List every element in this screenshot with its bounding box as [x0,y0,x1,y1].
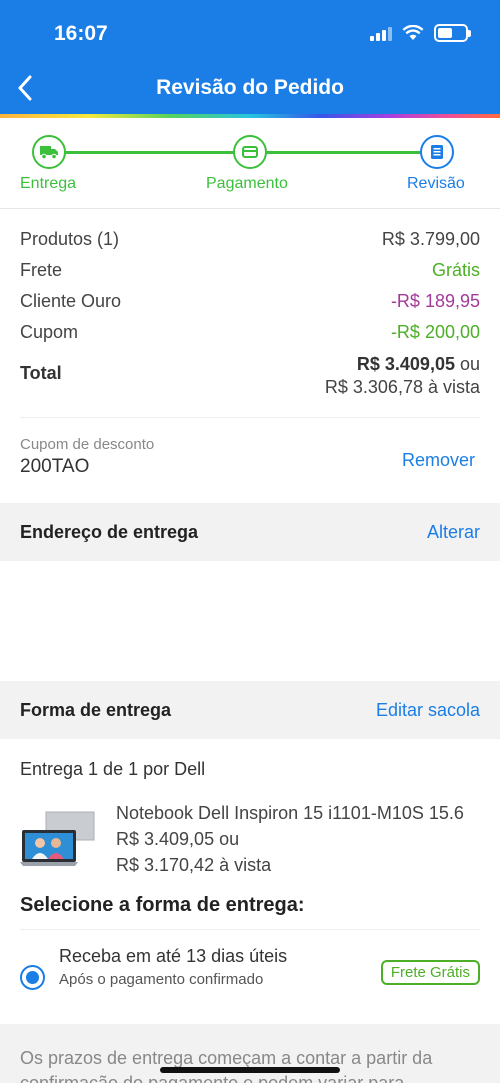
address-section-header: Endereço de entrega Alterar [0,503,500,561]
free-shipping-badge: Frete Grátis [380,960,480,985]
change-address-button[interactable]: Alterar [427,522,480,543]
shipping-option-main: Receba em até 13 dias úteis [59,946,288,966]
cupom-label: Cupom [20,322,79,342]
document-icon [431,145,443,159]
product-price-vista: R$ 3.170,42 à vista [116,855,272,875]
address-title: Endereço de entrega [20,521,199,542]
delivery-by: Entrega 1 de 1 por Dell [20,759,480,780]
edit-bag-button[interactable]: Editar sacola [376,700,480,721]
status-bar: 16:07 [0,0,500,66]
card-icon [242,146,258,158]
delivery-notice: Os prazos de entrega começam a contar a … [0,1024,500,1083]
summary-row-frete: Frete Grátis [20,258,480,289]
delivery-seller: por Dell [138,759,206,779]
frete-value: Grátis [431,260,480,280]
coupon-section: Cupom de desconto 200TAO Remover [20,417,480,503]
summary-row-produtos: Produtos (1) R$ 3.799,00 [20,227,480,258]
step-pagamento[interactable] [233,135,267,169]
truck-icon [40,146,58,159]
page-title: Revisão do Pedido [156,76,344,99]
delivery-section: Entrega 1 de 1 por Dell Notebook Dell In… [0,739,500,1024]
delivery-count: Entrega 1 de 1 [20,759,139,779]
total-value: R$ 3.409,05 [356,354,455,374]
produtos-label: Produtos (1) [20,229,120,249]
app-header: 16:07 Revisão do Pedido [0,0,500,114]
step-label-entrega: Entrega [20,175,77,192]
product-thumbnail [20,810,98,880]
total-vista: R$ 3.306,78 à vista [324,377,480,397]
checkout-stepper: Entrega Pagamento Revisão [0,118,500,208]
signal-icon [370,26,392,41]
cliente-ouro-label: Cliente Ouro [20,291,122,311]
shipping-option-text: Receba em até 13 dias úteis Após o pagam… [59,946,287,988]
wifi-icon [402,25,424,40]
product-price: R$ 3.409,05 ou [116,829,240,849]
step-entrega[interactable] [32,135,66,169]
product-item[interactable]: Notebook Dell Inspiron 15 i1101-M10S 15.… [20,800,480,880]
order-summary: Produtos (1) R$ 3.799,00 Frete Grátis Cl… [0,209,500,399]
step-label-pagamento: Pagamento [206,175,288,192]
remove-coupon-button[interactable]: Remover [402,450,475,471]
summary-row-cupom: Cupom -R$ 200,00 [20,320,480,351]
frete-label: Frete [20,260,63,280]
laptop-icon [20,811,95,866]
battery-icon [434,24,471,42]
shipping-option-sub: Após o pagamento confirmado [59,971,264,988]
status-icons [370,24,471,42]
total-label: Total [20,363,62,383]
summary-row-total: Total R$ 3.409,05 ou R$ 3.306,78 à vista [20,353,480,399]
shipping-option[interactable]: Receba em até 13 dias úteis Após o pagam… [20,930,480,1024]
address-body [0,561,500,681]
total-values: R$ 3.409,05 ou R$ 3.306,78 à vista [325,353,480,399]
step-label-revisao: Revisão [407,175,465,192]
product-name: Notebook Dell Inspiron 15 i1101-M10S 15.… [116,803,464,823]
shipping-title: Forma de entrega [20,699,172,720]
summary-row-cliente-ouro: Cliente Ouro -R$ 189,95 [20,289,480,320]
cliente-ouro-value: -R$ 189,95 [390,291,480,311]
product-info: Notebook Dell Inspiron 15 i1101-M10S 15.… [116,800,480,880]
home-indicator [160,1067,340,1073]
step-revisao[interactable] [420,135,454,169]
status-time: 16:07 [54,22,108,45]
select-shipping-title: Selecione a forma de entrega: [20,894,480,930]
total-ou: ou [454,354,480,374]
cupom-value: -R$ 200,00 [390,322,480,342]
shipping-section-header: Forma de entrega Editar sacola [0,681,500,739]
nav-bar: Revisão do Pedido [0,66,500,112]
produtos-value: R$ 3.799,00 [381,229,480,249]
shipping-radio[interactable] [20,965,45,990]
